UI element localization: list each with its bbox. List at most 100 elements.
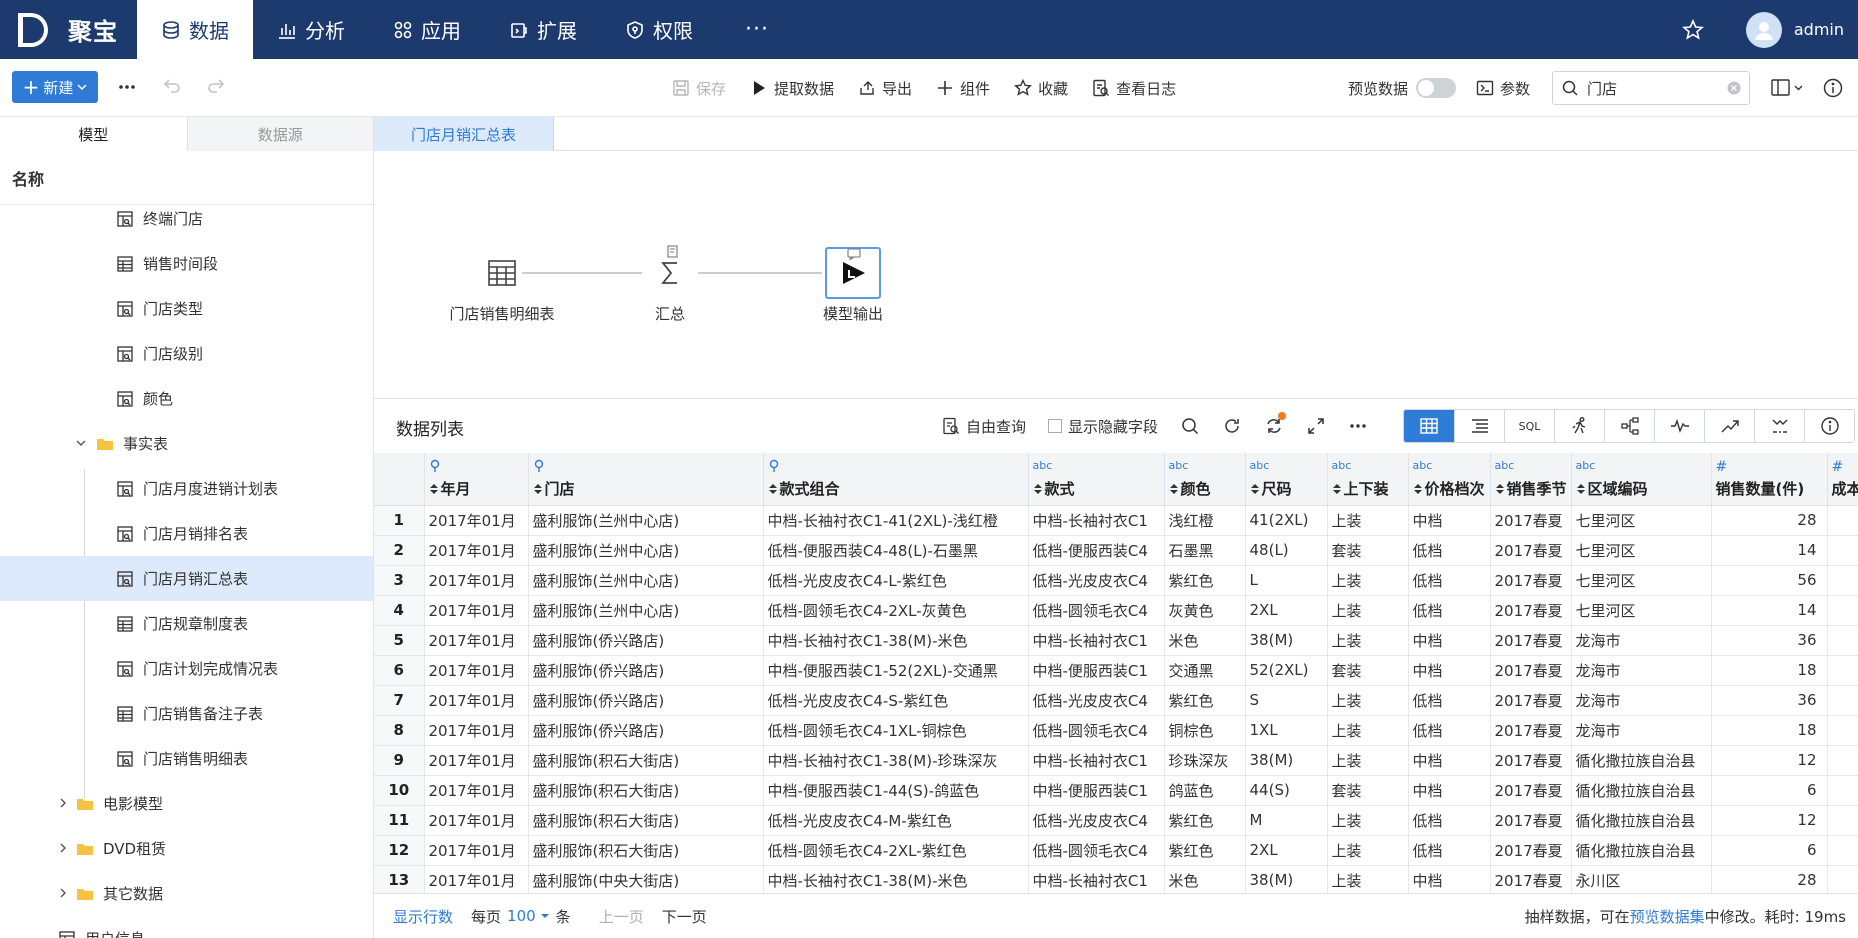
- preview-data-toggle[interactable]: [1416, 78, 1457, 98]
- nav-item-extensions[interactable]: 扩展: [485, 0, 601, 59]
- table-row[interactable]: 10 2017年01月 盛利服饰(积石大街店) 中档-便服西装C1-44(S)-鸽蓝色…: [374, 775, 1858, 806]
- column-header[interactable]: # 销售数量(件): [1711, 453, 1828, 506]
- column-header[interactable]: 款式组合: [763, 453, 1029, 506]
- column-header[interactable]: abc 颜色: [1164, 453, 1246, 506]
- tree-item[interactable]: 门店销售明细表: [0, 736, 373, 781]
- next-page-button[interactable]: 下一页: [662, 906, 707, 927]
- tree-item[interactable]: 用户信息: [0, 916, 373, 938]
- view-info-button[interactable]: [1804, 410, 1854, 442]
- flow-node-aggregate[interactable]: 汇总: [630, 245, 710, 324]
- tree-item[interactable]: 门店计划完成情况表: [0, 646, 373, 691]
- extract-data-button[interactable]: 提取数据: [750, 78, 834, 99]
- undo-icon[interactable]: [160, 76, 182, 98]
- view-table-button[interactable]: [1404, 410, 1454, 442]
- view-lineage-button[interactable]: [1604, 410, 1654, 442]
- nav-item-permissions[interactable]: 权限: [601, 0, 717, 59]
- flow-node-source[interactable]: 门店销售明细表: [422, 247, 582, 324]
- preview-dataset-link[interactable]: 预览数据集: [1630, 906, 1705, 927]
- tree-item[interactable]: 门店月销汇总表: [0, 556, 373, 601]
- show-rows-link[interactable]: 显示行数: [393, 906, 453, 927]
- avatar[interactable]: [1745, 11, 1782, 48]
- username[interactable]: admin: [1794, 20, 1844, 39]
- column-header[interactable]: abc 上下装: [1327, 453, 1409, 506]
- tab-datasources[interactable]: 数据源: [186, 117, 373, 151]
- tree-item[interactable]: 门店级别: [0, 331, 373, 376]
- params-button[interactable]: 参数: [1476, 78, 1530, 99]
- view-list-button[interactable]: [1454, 410, 1504, 442]
- view-log-button[interactable]: 查看日志: [1092, 78, 1176, 99]
- tree-item[interactable]: 颜色: [0, 376, 373, 421]
- view-trend-button[interactable]: [1704, 410, 1754, 442]
- caret-down-icon[interactable]: [540, 912, 550, 920]
- sort-icon[interactable]: [533, 483, 543, 495]
- nav-item-analysis[interactable]: 分析: [253, 0, 369, 59]
- table-row[interactable]: 5 2017年01月 盛利服饰(侨兴路店) 中档-长袖衬衣C1-38(M)-米色 中档-…: [374, 625, 1858, 656]
- star-icon[interactable]: [1681, 18, 1704, 41]
- free-query-button[interactable]: 自由查询: [942, 416, 1026, 437]
- layout-toggle-icon[interactable]: [1770, 77, 1806, 99]
- clear-icon[interactable]: [1727, 81, 1741, 95]
- more-icon[interactable]: [1348, 416, 1368, 436]
- sort-icon[interactable]: [1033, 483, 1043, 495]
- page-size-select[interactable]: 100: [507, 907, 536, 925]
- save-button[interactable]: 保存: [672, 78, 726, 99]
- tree-item[interactable]: 门店类型: [0, 286, 373, 331]
- sync-button[interactable]: [1264, 412, 1287, 436]
- sort-icon[interactable]: [1413, 483, 1423, 495]
- nav-item-data[interactable]: 数据: [137, 0, 253, 59]
- tree-item[interactable]: 门店月度进销计划表: [0, 466, 373, 511]
- table-row[interactable]: 7 2017年01月 盛利服饰(侨兴路店) 低档-光皮皮衣C4-S-紫红色 低档-光皮皮…: [374, 685, 1858, 716]
- table-row[interactable]: 2 2017年01月 盛利服饰(兰州中心店) 低档-便服西装C4-48(L)-石墨黑低…: [374, 535, 1858, 566]
- view-compare-button[interactable]: [1754, 410, 1804, 442]
- sort-icon[interactable]: [429, 483, 439, 495]
- table-row[interactable]: 8 2017年01月 盛利服饰(侨兴路店) 低档-圆领毛衣C4-1XL-铜棕色 低档-圆…: [374, 715, 1858, 746]
- view-sql-button[interactable]: SQL: [1504, 410, 1554, 442]
- tree-folder[interactable]: 电影模型: [0, 781, 373, 826]
- redo-icon[interactable]: [206, 76, 228, 98]
- column-header[interactable]: 年月: [424, 453, 529, 506]
- table-row[interactable]: 6 2017年01月 盛利服饰(侨兴路店) 中档-便服西装C1-52(2XL)-交通黑…: [374, 655, 1858, 686]
- table-row[interactable]: 12 2017年01月 盛利服饰(积石大街店) 低档-圆领毛衣C4-2XL-紫红色 低档…: [374, 835, 1858, 866]
- tree-folder[interactable]: 其它数据: [0, 871, 373, 916]
- chevron-right-icon[interactable]: [58, 843, 68, 853]
- tree-item[interactable]: 门店销售备注子表: [0, 691, 373, 736]
- tree-item[interactable]: 门店规章制度表: [0, 601, 373, 646]
- info-icon[interactable]: [1822, 77, 1844, 99]
- column-header[interactable]: abc 尺码: [1245, 453, 1328, 506]
- column-header[interactable]: abc 区域编码: [1571, 453, 1712, 506]
- nav-more-button[interactable]: ···: [717, 0, 797, 59]
- tree-folder[interactable]: DVD租赁: [0, 826, 373, 871]
- show-hidden-fields-checkbox[interactable]: 显示隐藏字段: [1048, 416, 1158, 437]
- table-row[interactable]: 4 2017年01月 盛利服饰(兰州中心店) 低档-圆领毛衣C4-2XL-灰黄色 低档-…: [374, 595, 1858, 626]
- table-row[interactable]: 13 2017年01月 盛利服饰(中央大街店) 中档-长袖衬衣C1-38(M)-米色中…: [374, 865, 1858, 893]
- refresh-icon[interactable]: [1222, 416, 1242, 436]
- chevron-right-icon[interactable]: [58, 798, 68, 808]
- nav-item-apps[interactable]: 应用: [369, 0, 485, 59]
- column-header[interactable]: # 成本: [1827, 453, 1858, 506]
- column-header[interactable]: abc 销售季节: [1490, 453, 1572, 506]
- checkbox[interactable]: [1048, 419, 1063, 433]
- tree-item[interactable]: 门店月销排名表: [0, 511, 373, 556]
- component-button[interactable]: 组件: [936, 78, 990, 99]
- chevron-down-icon[interactable]: [76, 438, 86, 448]
- view-pulse-button[interactable]: [1654, 410, 1704, 442]
- column-header[interactable]: abc 款式: [1028, 453, 1165, 506]
- table-row[interactable]: 9 2017年01月 盛利服饰(积石大街店) 中档-长袖衬衣C1-38(M)-珍珠深灰…: [374, 745, 1858, 776]
- view-runner-button[interactable]: [1554, 410, 1604, 442]
- flow-node-output[interactable]: 模型输出: [798, 247, 908, 324]
- tree-item[interactable]: 终端门店: [0, 205, 373, 241]
- table-row[interactable]: 1 2017年01月 盛利服饰(兰州中心店) 中档-长袖衬衣C1-41(2XL)-浅红…: [374, 505, 1858, 536]
- new-button[interactable]: + 新建: [12, 71, 98, 103]
- sort-icon[interactable]: [1332, 483, 1342, 495]
- tree-folder[interactable]: 事实表: [0, 421, 373, 466]
- search-input[interactable]: [1587, 79, 1728, 97]
- tab-store-monthly-summary[interactable]: 门店月销汇总表: [374, 117, 554, 151]
- app-logo[interactable]: 聚宝: [0, 0, 137, 59]
- chevron-right-icon[interactable]: [58, 888, 68, 898]
- more-icon[interactable]: [116, 76, 138, 98]
- prev-page-button[interactable]: 上一页: [599, 906, 644, 927]
- export-button[interactable]: 导出: [858, 78, 912, 99]
- table-row[interactable]: 11 2017年01月 盛利服饰(积石大街店) 低档-光皮皮衣C4-M-紫红色 低档-光…: [374, 805, 1858, 836]
- sort-icon[interactable]: [1576, 483, 1586, 495]
- sort-icon[interactable]: [1169, 483, 1179, 495]
